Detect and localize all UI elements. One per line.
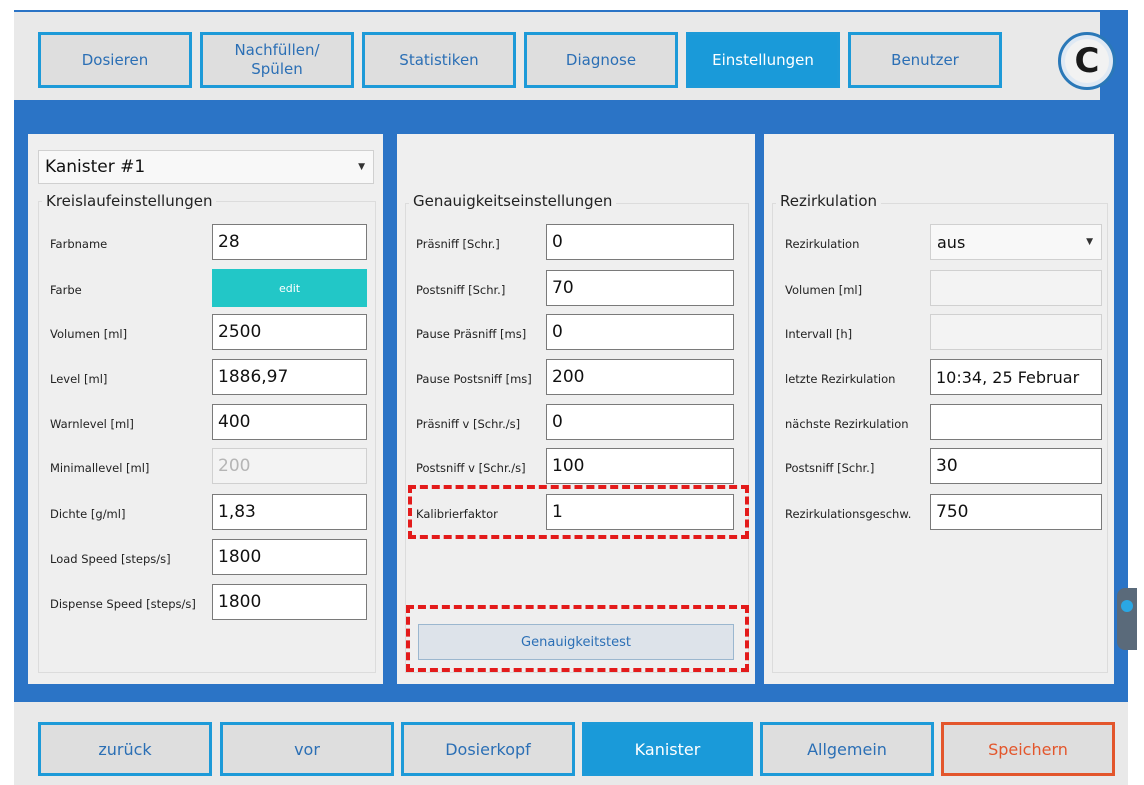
tab-diagnose[interactable]: Diagnose [524,32,678,88]
naechste-rezirkulation-field[interactable] [930,404,1102,440]
handle-icon [1121,600,1133,612]
minimallevel-label: Minimallevel [ml] [50,461,150,475]
side-handle[interactable] [1117,588,1137,650]
chevron-down-icon: ▼ [1086,237,1093,247]
volumen-rez-field [930,270,1102,306]
rezirkulation-select[interactable]: aus ▼ [930,224,1102,260]
genauigkeit-title: Genauigkeitseinstellungen [409,192,617,210]
genauigkeitstest-highlight [406,605,749,672]
postsniff-rez-field[interactable]: 30 [930,448,1102,484]
tab-nachfuellen-spuelen[interactable]: Nachfüllen/ Spülen [200,32,354,88]
intervall-field [930,314,1102,350]
tab-benutzer[interactable]: Benutzer [848,32,1002,88]
level-label: Level [ml] [50,372,108,386]
naechste-rezirkulation-label: nächste Rezirkulation [785,417,909,431]
dichte-field[interactable]: 1,83 [212,494,367,530]
refresh-button[interactable]: C [1058,32,1116,90]
pause-postsniff-field[interactable]: 200 [546,359,734,395]
kalibrierfaktor-highlight [408,485,749,539]
volumen-rez-label: Volumen [ml] [785,283,863,297]
volumen-label: Volumen [ml] [50,327,128,341]
postsniff-field[interactable]: 70 [546,270,734,306]
farbe-edit-button[interactable]: edit [212,269,367,307]
dispense-speed-field[interactable]: 1800 [212,584,367,620]
praesniff-field[interactable]: 0 [546,224,734,260]
intervall-label: Intervall [h] [785,327,853,341]
postsniff-v-field[interactable]: 100 [546,448,734,484]
tab-statistiken[interactable]: Statistiken [362,32,516,88]
load-speed-label: Load Speed [steps/s] [50,552,171,566]
postsniff-rez-label: Postsniff [Schr.] [785,461,875,475]
postsniff-label: Postsniff [Schr.] [416,283,506,297]
dichte-label: Dichte [g/ml] [50,507,126,521]
load-speed-field[interactable]: 1800 [212,539,367,575]
pause-postsniff-label: Pause Postsniff [ms] [416,372,532,386]
dispense-speed-label: Dispense Speed [steps/s] [50,597,196,611]
chevron-down-icon: ▼ [358,162,365,172]
allgemein-button[interactable]: Allgemein [760,722,934,776]
warnlevel-label: Warnlevel [ml] [50,417,134,431]
rezirkulationsgeschw-label: Rezirkulationsgeschw. [785,507,912,521]
minimallevel-field: 200 [212,448,367,484]
volumen-field[interactable]: 2500 [212,314,367,350]
letzte-rezirkulation-field[interactable]: 10:34, 25 Februar [930,359,1102,395]
vor-button[interactable]: vor [220,722,394,776]
letzte-rezirkulation-label: letzte Rezirkulation [785,372,896,386]
left-panel: Kanister #1 ▼ Kreislaufeinstellungen Far… [28,134,383,684]
praesniff-v-label: Präsniff v [Schr./s] [416,417,521,431]
speichern-button[interactable]: Speichern [941,722,1115,776]
level-field[interactable]: 1886,97 [212,359,367,395]
kanister-select-value: Kanister #1 [45,157,146,177]
farbname-label: Farbname [50,237,108,251]
farbname-field[interactable]: 28 [212,224,367,260]
rezirkulationsgeschw-field[interactable]: 750 [930,494,1102,530]
tab-dosieren[interactable]: Dosieren [38,32,192,88]
dosierkopf-button[interactable]: Dosierkopf [401,722,575,776]
middle-panel: Genauigkeitseinstellungen Präsniff [Schr… [397,134,755,684]
pause-praesniff-label: Pause Präsniff [ms] [416,327,527,341]
pause-praesniff-field[interactable]: 0 [546,314,734,350]
rezirkulation-label: Rezirkulation [785,237,860,251]
refresh-icon: C [1065,39,1109,83]
rezirkulation-title: Rezirkulation [776,192,882,210]
postsniff-v-label: Postsniff v [Schr./s] [416,461,526,475]
kanister-button[interactable]: Kanister [582,722,753,776]
warnlevel-field[interactable]: 400 [212,404,367,440]
kanister-select[interactable]: Kanister #1 ▼ [38,150,374,184]
kreislauf-title: Kreislaufeinstellungen [42,192,217,210]
praesniff-label: Präsniff [Schr.] [416,237,500,251]
farbe-label: Farbe [50,283,82,297]
praesniff-v-field[interactable]: 0 [546,404,734,440]
zurueck-button[interactable]: zurück [38,722,212,776]
tab-einstellungen[interactable]: Einstellungen [686,32,840,88]
right-panel: Rezirkulation Rezirkulation aus ▼ Volume… [764,134,1114,684]
rezirkulation-select-value: aus [937,232,966,252]
